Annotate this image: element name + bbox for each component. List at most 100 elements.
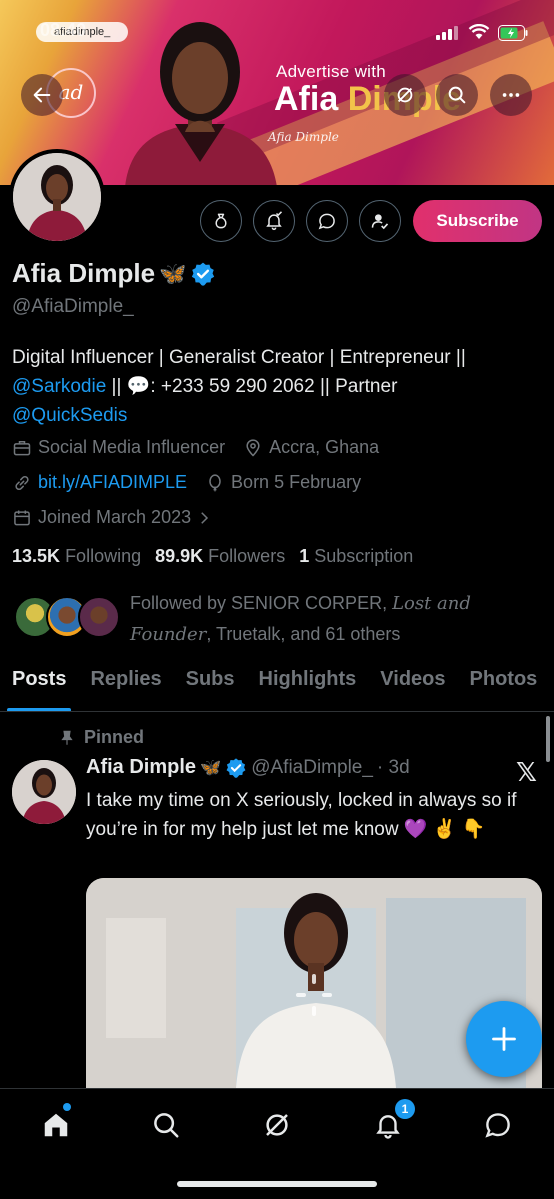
following-count: 13.5K xyxy=(12,546,61,566)
followers-label: Followers xyxy=(208,546,286,566)
post-author-avatar[interactable] xyxy=(12,760,76,824)
location-pin-icon xyxy=(246,438,260,457)
link-icon xyxy=(15,475,29,490)
home-unread-dot xyxy=(63,1103,71,1111)
profile-tabs: Posts Replies Subs Highlights Videos Pho… xyxy=(0,664,554,712)
profile-meta-row-2: bit.ly/AFIADIMPLE Born 5 February xyxy=(12,472,361,493)
wifi-icon xyxy=(468,24,490,39)
profile-meta-row-1: Social Media Influencer Accra, Ghana xyxy=(12,437,379,458)
profile-stats: 13.5K Following 89.9K Followers 1 Subscr… xyxy=(12,546,413,567)
followed-by-text: Followed by SENIOR CORPER, Lost and Foun… xyxy=(130,588,530,650)
profile-bio: Digital Influencer | Generalist Creator … xyxy=(12,343,542,430)
following-label: Following xyxy=(65,546,142,566)
follower-avatar xyxy=(78,596,120,638)
following-link[interactable]: 13.5K Following xyxy=(12,546,141,567)
bell-check-icon xyxy=(266,211,283,231)
profile-joined-date: Joined March 2023 xyxy=(38,507,192,527)
post-author-name[interactable]: Afia Dimple xyxy=(86,756,196,779)
profile-name-text: Afia Dimple xyxy=(12,258,156,288)
chat-bubble-icon xyxy=(485,1113,510,1138)
status-time: 08:40 xyxy=(40,20,87,40)
scrollbar[interactable] xyxy=(546,716,550,762)
profile-location: Accra, Ghana xyxy=(269,437,380,457)
balloon-icon xyxy=(209,473,221,491)
nav-grok[interactable] xyxy=(257,1105,297,1145)
message-button[interactable] xyxy=(306,200,348,242)
status-bar: afiadimple_ 08:40 xyxy=(0,20,554,44)
grok-icon xyxy=(397,87,413,103)
pinned-label: Pinned xyxy=(84,727,145,747)
banner-brand-first: Afia xyxy=(274,80,348,118)
calendar-icon xyxy=(14,510,30,525)
briefcase-icon xyxy=(13,440,31,455)
following-button[interactable] xyxy=(359,200,401,242)
post-author-emoji: 🦋 xyxy=(200,757,222,777)
home-indicator[interactable] xyxy=(177,1181,377,1187)
followed-by-prefix: Followed by SENIOR CORPER, xyxy=(130,593,393,613)
profile-website-link[interactable]: bit.ly/AFIADIMPLE xyxy=(38,472,187,493)
search-button[interactable] xyxy=(436,74,478,116)
grok-icon xyxy=(266,1114,288,1136)
tip-button[interactable] xyxy=(200,200,242,242)
banner-brand: Afia Dimple xyxy=(274,80,461,119)
person-check-icon xyxy=(371,214,389,230)
back-arrow-icon xyxy=(33,87,51,103)
pin-icon xyxy=(61,730,73,745)
post-timestamp: · 3d xyxy=(376,756,410,778)
subscriptions-link[interactable]: 1 Subscription xyxy=(299,546,413,567)
bio-text: Digital Influencer | Generalist Creator … xyxy=(12,347,466,368)
more-horizontal-icon xyxy=(502,93,520,97)
butterfly-emoji: 🦋 xyxy=(159,260,187,286)
chevron-right-icon xyxy=(201,511,209,524)
tab-photos[interactable]: Photos xyxy=(458,664,550,711)
back-button[interactable] xyxy=(21,74,63,116)
bio-mention-quicksedis[interactable]: @QuickSedis xyxy=(12,405,127,426)
home-icon xyxy=(44,1113,68,1137)
nav-search[interactable] xyxy=(146,1105,186,1145)
grok-button[interactable] xyxy=(384,74,426,116)
tab-posts[interactable]: Posts xyxy=(0,664,78,711)
compose-post-button[interactable] xyxy=(466,1001,542,1077)
profile-avatar[interactable] xyxy=(9,149,105,245)
banner-signature: Afia Dimple xyxy=(268,130,339,144)
post-author-handle: @AfiaDimple_ xyxy=(251,756,373,778)
cellular-signal-icon xyxy=(436,26,458,40)
profile-category: Social Media Influencer xyxy=(38,437,226,457)
avatar-image xyxy=(13,153,101,241)
bio-text: || 💬: +233 59 290 2062 || Partner xyxy=(106,376,398,397)
notify-button[interactable] xyxy=(253,200,295,242)
followed-by-row[interactable]: Followed by SENIOR CORPER, Lost and Foun… xyxy=(12,588,542,646)
post-avatar-image xyxy=(12,760,76,824)
subscription-label: Subscription xyxy=(314,546,414,566)
profile-birthday: Born 5 February xyxy=(231,472,362,492)
tab-videos[interactable]: Videos xyxy=(368,664,457,711)
plus-icon xyxy=(492,1027,516,1051)
nav-home[interactable] xyxy=(36,1105,76,1145)
bio-mention-sarkodie[interactable]: @Sarkodie xyxy=(12,376,106,397)
pinned-indicator: Pinned xyxy=(58,727,144,748)
banner-tagline: Advertise with xyxy=(276,62,387,81)
notifications-badge: 1 xyxy=(395,1099,415,1119)
followed-by-suffix: , Truetalk, and 61 others xyxy=(206,624,401,644)
x-logo-icon: 𝕏 xyxy=(516,757,537,787)
money-bag-icon xyxy=(215,213,227,229)
subscription-count: 1 xyxy=(299,546,310,566)
tab-subs[interactable]: Subs xyxy=(174,664,247,711)
tab-highlights[interactable]: Highlights xyxy=(247,664,369,711)
profile-joined-row[interactable]: Joined March 2023 xyxy=(12,507,219,528)
followers-link[interactable]: 89.9K Followers xyxy=(155,546,285,567)
battery-icon xyxy=(498,25,528,41)
verified-badge-icon[interactable] xyxy=(190,261,216,287)
search-icon xyxy=(154,1113,179,1138)
nav-messages[interactable] xyxy=(478,1105,518,1145)
post-text: I take my time on X seriously, locked in… xyxy=(86,790,517,840)
profile-name: Afia Dimple 🦋 xyxy=(12,258,216,289)
verified-badge-icon xyxy=(226,757,246,778)
subscribe-button[interactable]: Subscribe xyxy=(413,200,542,242)
chat-bubble-icon xyxy=(318,213,335,230)
profile-handle: @AfiaDimple_ xyxy=(12,296,134,317)
post-header: Afia Dimple 🦋 @AfiaDimple_ · 3d xyxy=(86,756,410,779)
tab-replies[interactable]: Replies xyxy=(78,664,173,711)
more-options-button[interactable] xyxy=(490,74,532,116)
search-icon xyxy=(448,86,466,104)
